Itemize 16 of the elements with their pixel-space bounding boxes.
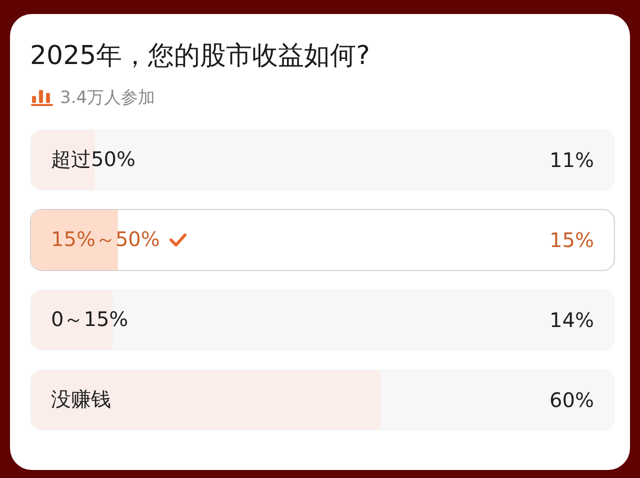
- checkmark-icon: [168, 232, 188, 248]
- option-label: 没赚钱: [51, 386, 111, 414]
- option-percent: 60%: [550, 388, 594, 412]
- option-label: 超过50%: [51, 146, 136, 174]
- option-percent: 11%: [550, 148, 594, 172]
- option-label: 0～15%: [51, 306, 128, 334]
- poll-option[interactable]: 0～15% 14%: [30, 288, 615, 351]
- poll-option[interactable]: 没赚钱 60%: [30, 368, 615, 431]
- option-percent: 14%: [550, 308, 594, 332]
- poll-option[interactable]: 超过50% 11%: [30, 128, 615, 191]
- participant-count: 3.4万人参加: [60, 86, 156, 109]
- bar-chart-icon: [30, 87, 54, 108]
- option-percent: 15%: [550, 228, 594, 252]
- poll-option[interactable]: 15%～50% 15%: [30, 208, 615, 271]
- option-label: 15%～50%: [51, 226, 160, 254]
- poll-question: 2025年，您的股市收益如何?: [30, 40, 371, 73]
